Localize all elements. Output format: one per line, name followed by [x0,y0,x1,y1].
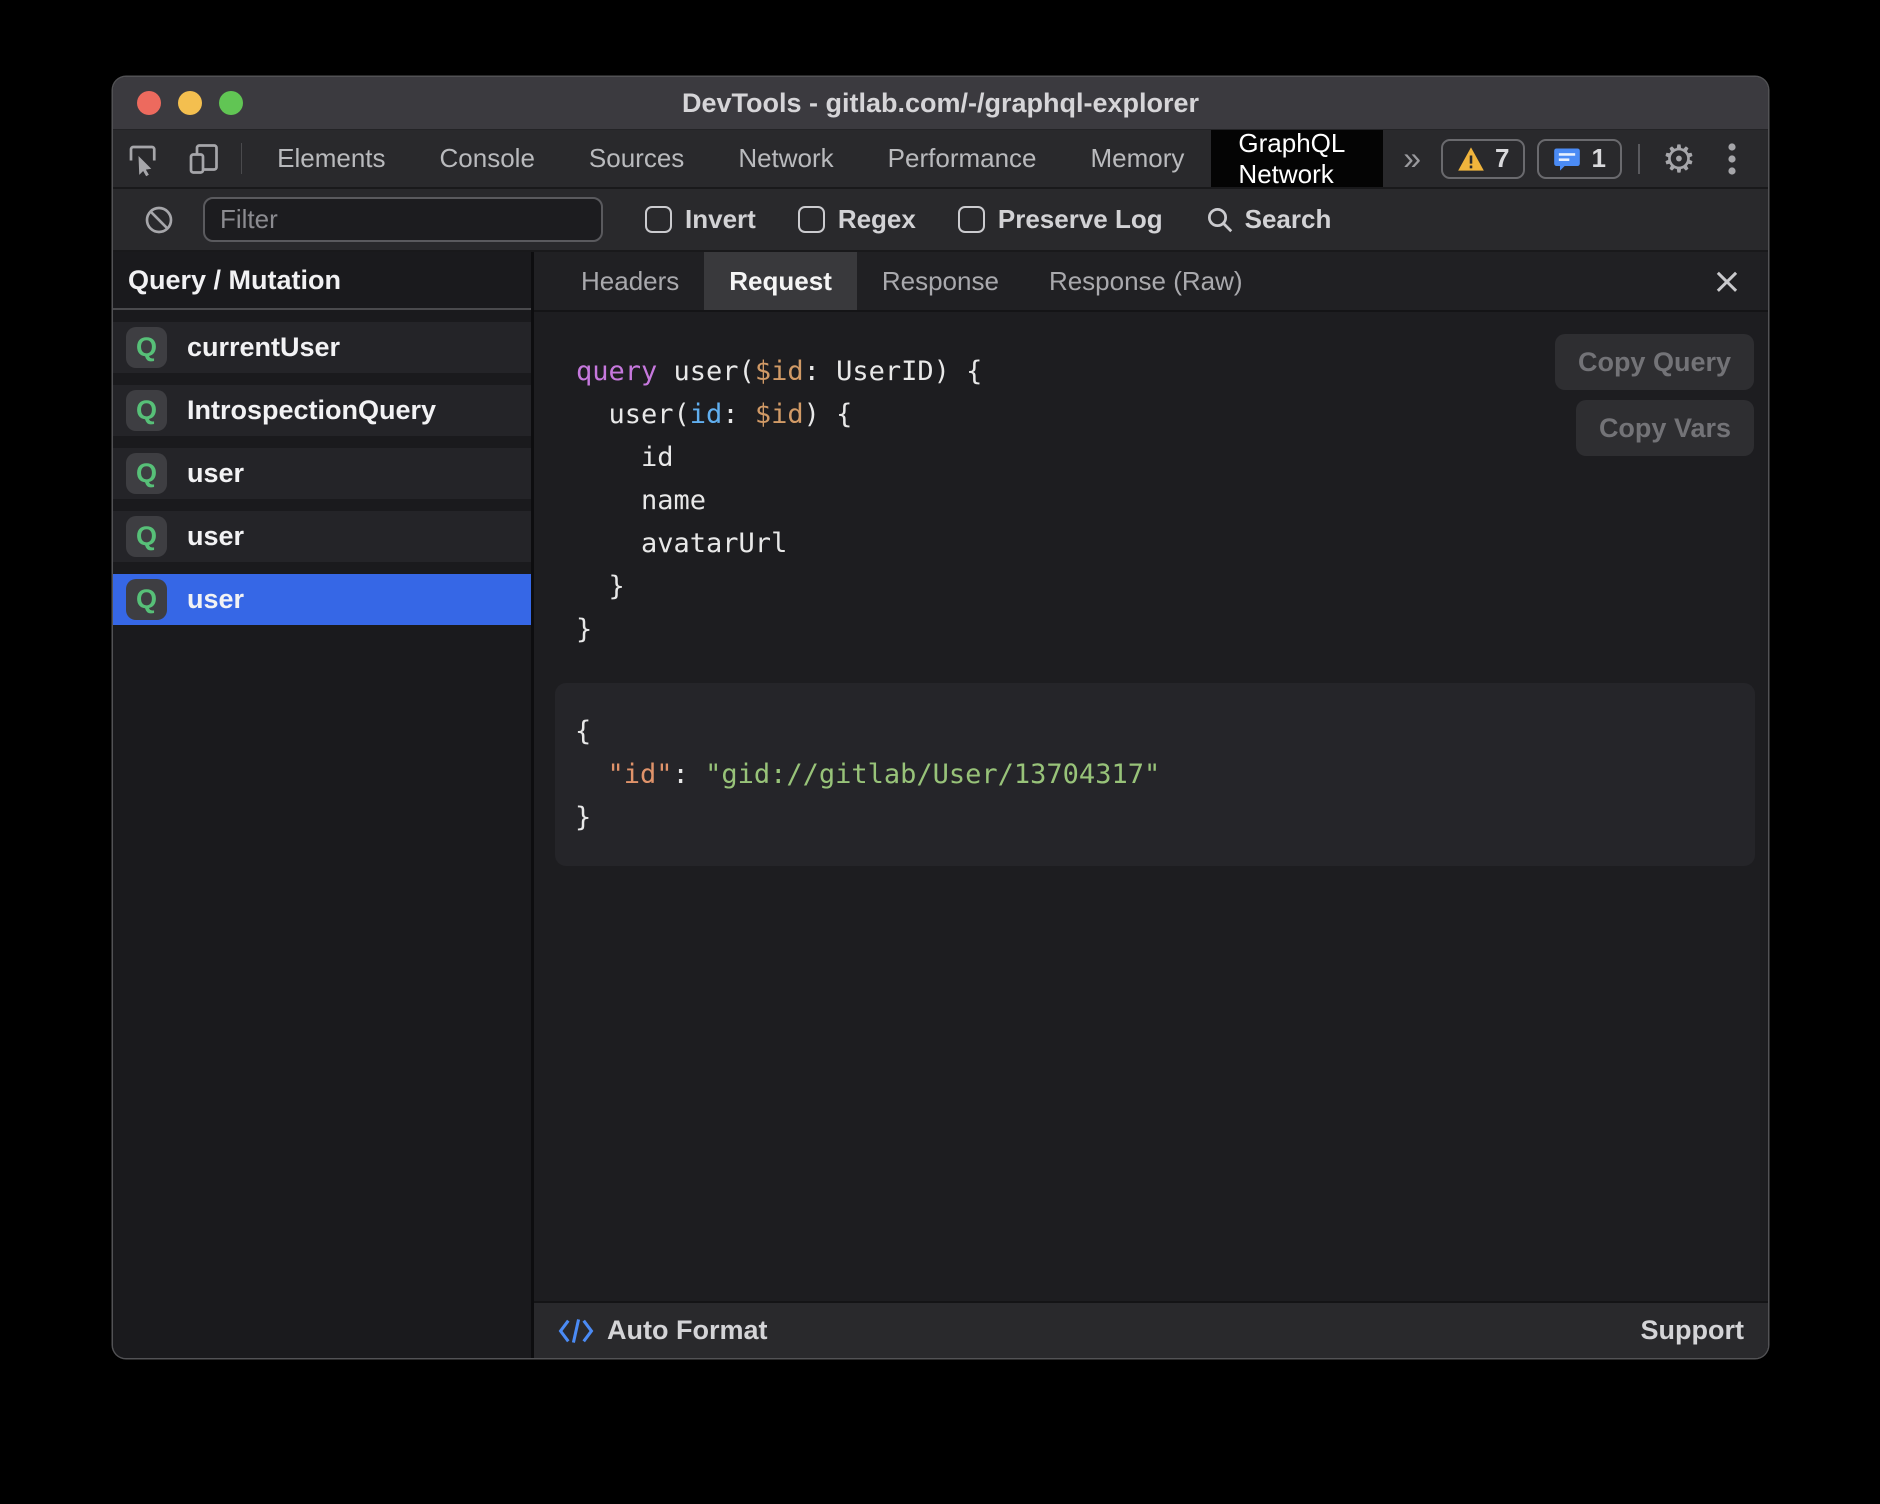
regex-checkbox-group[interactable]: Regex [798,204,916,235]
issues-count: 1 [1591,143,1605,174]
traffic-lights [137,77,243,129]
request-content: query user($id: UserID) { user(id: $id) … [534,312,1768,1301]
query-type-badge: Q [126,516,167,557]
preserve-log-label: Preserve Log [998,204,1163,235]
tab-graphql-network[interactable]: GraphQL Network [1211,130,1383,187]
filter-input[interactable] [203,197,603,242]
detail-tabbar: Headers Request Response Response (Raw) … [534,252,1768,312]
titlebar: DevTools - gitlab.com/-/graphql-explorer [113,77,1768,130]
search-label: Search [1245,204,1332,235]
inspect-element-icon[interactable] [113,130,173,187]
warning-triangle-icon [1457,146,1485,172]
query-list: Q currentUser Q IntrospectionQuery Q use… [113,310,531,637]
toolbar-right-cluster: 7 1 ⚙ [1441,130,1768,187]
copy-vars-button[interactable]: Copy Vars [1576,400,1754,456]
tab-network[interactable]: Network [711,130,860,187]
warning-count: 7 [1495,143,1509,174]
settings-gear-icon[interactable]: ⚙ [1656,137,1702,181]
device-toolbar-icon[interactable] [173,130,233,187]
devtools-tabbar: Elements Console Sources Network Perform… [113,130,1768,189]
search-button[interactable]: Search [1205,204,1332,235]
list-item-label: IntrospectionQuery [187,395,436,426]
list-item-introspectionquery[interactable]: Q IntrospectionQuery [113,385,531,436]
preserve-log-checkbox[interactable] [958,206,985,233]
close-detail-icon[interactable]: × [1686,252,1768,310]
tab-headers[interactable]: Headers [556,252,704,310]
zoom-window-button[interactable] [219,91,243,115]
warnings-badge[interactable]: 7 [1441,139,1525,179]
more-tabs-chevron-icon[interactable]: » [1383,130,1441,187]
tab-response[interactable]: Response [857,252,1024,310]
query-type-badge: Q [126,453,167,494]
list-item-user-1[interactable]: Q user [113,448,531,499]
query-list-panel: Query / Mutation Q currentUser Q Introsp… [113,252,534,1358]
code-brackets-icon [558,1316,594,1346]
clear-block-icon[interactable] [131,204,187,236]
main-split: Query / Mutation Q currentUser Q Introsp… [113,252,1768,1358]
query-type-badge: Q [126,390,167,431]
tab-memory[interactable]: Memory [1064,130,1212,187]
list-item-label: currentUser [187,332,340,363]
detail-panel: Headers Request Response Response (Raw) … [534,252,1768,1358]
list-item-label: user [187,521,244,552]
toolbar-separator [1638,144,1640,174]
query-type-badge: Q [126,579,167,620]
tab-performance[interactable]: Performance [861,130,1064,187]
request-variables-box: { "id": "gid://gitlab/User/13704317"} [555,683,1755,866]
devtools-window: DevTools - gitlab.com/-/graphql-explorer… [113,77,1768,1358]
invert-checkbox[interactable] [645,206,672,233]
tab-response-raw[interactable]: Response (Raw) [1024,252,1268,310]
auto-format-button[interactable]: Auto Format [558,1315,767,1346]
list-item-label: user [187,584,244,615]
kebab-menu-icon[interactable] [1714,141,1750,177]
issues-badge[interactable]: 1 [1537,139,1621,179]
window-title: DevTools - gitlab.com/-/graphql-explorer [682,88,1199,119]
list-item-label: user [187,458,244,489]
tab-console[interactable]: Console [413,130,562,187]
toolbar-separator [241,143,242,174]
minimize-window-button[interactable] [178,91,202,115]
support-link[interactable]: Support [1641,1315,1744,1346]
filter-bar: Invert Regex Preserve Log Search [113,189,1768,252]
query-list-header: Query / Mutation [113,252,531,310]
regex-label: Regex [838,204,916,235]
invert-checkbox-group[interactable]: Invert [645,204,756,235]
invert-label: Invert [685,204,756,235]
list-item-user-2[interactable]: Q user [113,511,531,562]
tab-sources[interactable]: Sources [562,130,711,187]
search-icon [1205,205,1235,235]
list-item-currentuser[interactable]: Q currentUser [113,322,531,373]
auto-format-label: Auto Format [607,1315,767,1346]
detail-footer: Auto Format Support [534,1301,1768,1358]
preserve-log-checkbox-group[interactable]: Preserve Log [958,204,1163,235]
tab-elements[interactable]: Elements [250,130,412,187]
list-item-user-3-selected[interactable]: Q user [113,574,531,625]
query-type-badge: Q [126,327,167,368]
message-bubble-icon [1553,146,1581,172]
copy-query-button[interactable]: Copy Query [1555,334,1754,390]
regex-checkbox[interactable] [798,206,825,233]
close-window-button[interactable] [137,91,161,115]
tab-request[interactable]: Request [704,252,857,310]
